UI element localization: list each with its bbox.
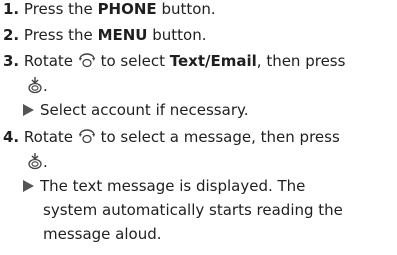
step-text-pre: Rotate	[23, 128, 78, 146]
step-text-post: button.	[156, 0, 216, 18]
note-text: message aloud.	[43, 225, 162, 243]
note-text: The text message is displayed. The	[40, 177, 306, 195]
step-4: 4. Rotate to select a message, then pres…	[3, 128, 340, 150]
step-text-tail: .	[43, 153, 48, 171]
step-4-note-line-1: The text message is displayed. The	[23, 177, 305, 196]
note-arrow-icon	[23, 104, 34, 116]
selector-knob-rotate-icon	[78, 53, 96, 74]
step-text-tail: .	[43, 77, 48, 95]
step-4-note-line-2: system automatically starts reading the	[43, 201, 343, 220]
step-text-pre: Rotate	[23, 52, 78, 70]
step-3: 3. Rotate to select Text/Email, then pre…	[3, 52, 345, 74]
step-text-pre: Press the	[23, 0, 98, 18]
selector-knob-rotate-icon	[78, 129, 96, 150]
text-email-label: Text/Email	[169, 52, 257, 70]
phone-button-label: PHONE	[97, 0, 157, 18]
menu-button-label: MENU	[97, 26, 148, 44]
step-1: 1. Press the PHONE button.	[3, 0, 216, 19]
step-3-note: Select account if necessary.	[23, 101, 249, 120]
selector-knob-press-icon	[27, 152, 43, 175]
step-text-pre: Press the	[23, 26, 98, 44]
step-2: 2. Press the MENU button.	[3, 26, 207, 45]
step-text-post: , then press	[256, 52, 346, 70]
step-number: 2.	[3, 26, 20, 44]
step-text-mid: to select a message, then press	[95, 128, 340, 146]
step-4-continuation: .	[27, 152, 48, 175]
note-arrow-icon	[23, 180, 34, 192]
step-text-post: button.	[147, 26, 207, 44]
note-text: system automatically starts reading the	[43, 201, 343, 219]
note-text: Select account if necessary.	[40, 101, 249, 119]
step-4-note-line-3: message aloud.	[43, 225, 162, 244]
step-number: 4.	[3, 128, 20, 146]
step-3-continuation: .	[27, 76, 48, 99]
selector-knob-press-icon	[27, 76, 43, 99]
step-number: 3.	[3, 52, 20, 70]
step-text-mid: to select	[95, 52, 170, 70]
step-number: 1.	[3, 0, 20, 18]
